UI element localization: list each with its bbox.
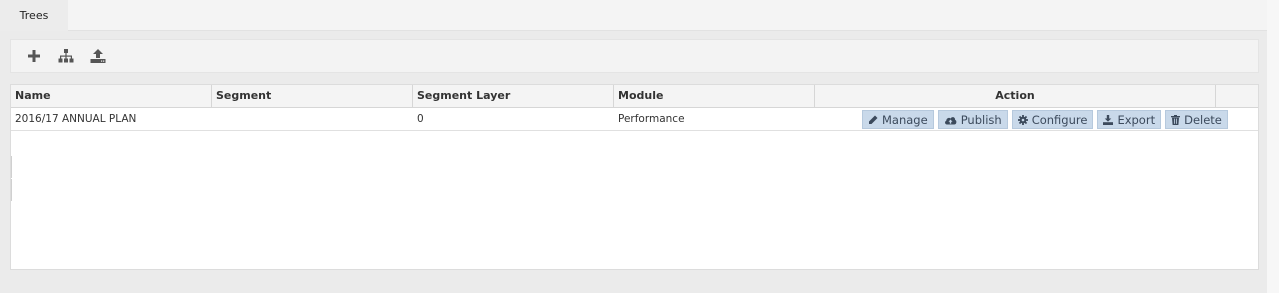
upload-button[interactable] xyxy=(88,46,108,66)
row-gutter-mark xyxy=(11,156,12,178)
tab-bar: Trees xyxy=(0,0,1267,31)
gear-icon xyxy=(1017,114,1028,125)
delete-label: Delete xyxy=(1184,112,1222,127)
delete-button[interactable]: Delete xyxy=(1165,110,1228,129)
manage-label: Manage xyxy=(882,112,928,127)
page-scrollbar[interactable] xyxy=(1267,0,1279,293)
column-header-segment[interactable]: Segment xyxy=(212,85,413,107)
cloud-upload-icon xyxy=(944,116,957,124)
configure-button[interactable]: Configure xyxy=(1011,110,1094,129)
table-row[interactable]: 2016/17 ANNUAL PLAN 0 Performance Manage… xyxy=(11,108,1258,131)
row-actions: Manage Publish Configure Export Delete xyxy=(862,110,1228,129)
column-header-action: Action xyxy=(815,85,1216,107)
tab-bar-strip xyxy=(68,0,1267,31)
column-header-name[interactable]: Name xyxy=(11,85,212,107)
configure-label: Configure xyxy=(1031,112,1088,127)
publish-button[interactable]: Publish xyxy=(937,110,1008,129)
trees-grid: Name Segment Segment Layer Module Action… xyxy=(10,84,1259,270)
manage-button[interactable]: Manage xyxy=(862,110,934,129)
pencil-icon xyxy=(869,115,878,124)
add-icon xyxy=(28,50,40,62)
download-icon xyxy=(1103,114,1114,125)
row-gutter-mark xyxy=(11,179,12,201)
export-label: Export xyxy=(1117,112,1156,127)
tab-trees-label: Trees xyxy=(19,9,49,22)
hierarchy-button[interactable] xyxy=(56,46,76,66)
tab-trees[interactable]: Trees xyxy=(0,0,68,31)
publish-label: Publish xyxy=(960,112,1002,127)
cell-segment xyxy=(212,108,413,130)
cell-module: Performance xyxy=(618,113,685,125)
toolbar xyxy=(10,39,1259,73)
export-button[interactable]: Export xyxy=(1097,110,1162,129)
cell-name: 2016/17 ANNUAL PLAN xyxy=(15,113,137,125)
column-header-segment-layer[interactable]: Segment Layer xyxy=(413,85,614,107)
upload-icon xyxy=(90,49,106,63)
add-button[interactable] xyxy=(24,46,44,66)
hierarchy-icon xyxy=(58,49,74,63)
grid-header: Name Segment Segment Layer Module Action xyxy=(11,85,1258,108)
cell-segment-layer: 0 xyxy=(417,113,424,125)
column-header-module[interactable]: Module xyxy=(614,85,815,107)
trash-icon xyxy=(1171,114,1181,125)
